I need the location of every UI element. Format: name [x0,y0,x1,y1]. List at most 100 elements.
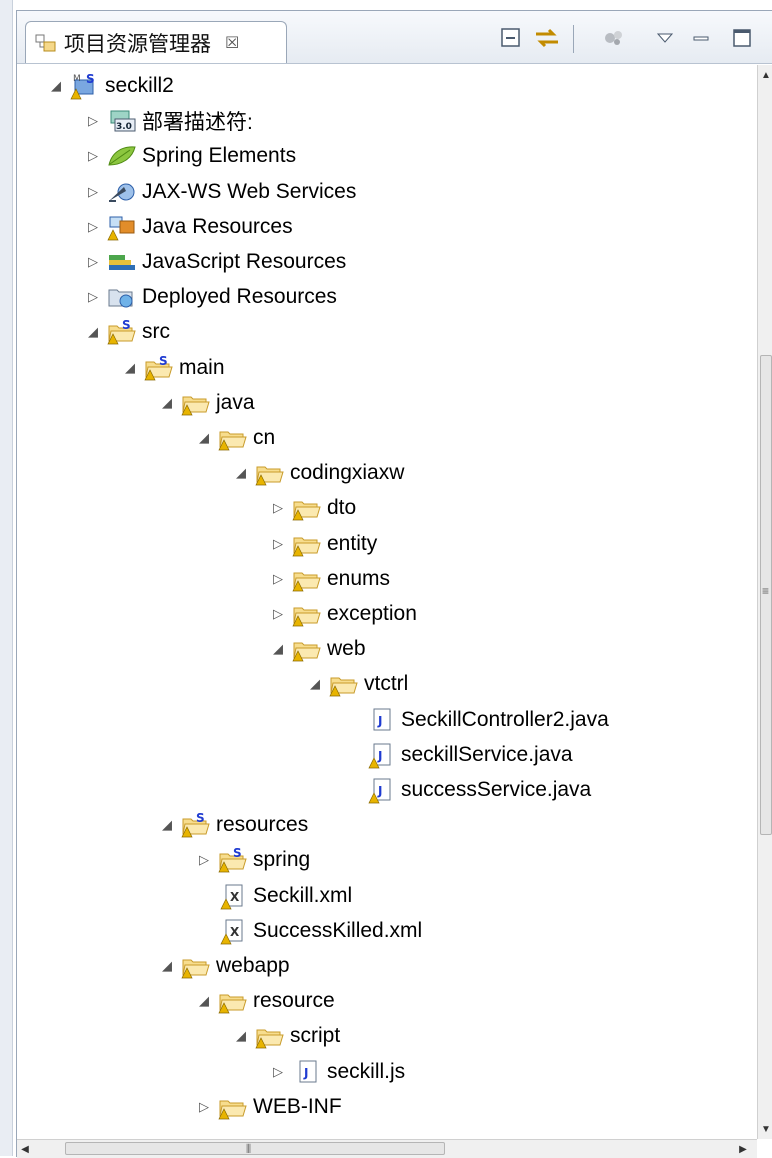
filters-icon[interactable] [599,25,629,51]
collapse-all-icon[interactable] [497,25,525,51]
expanded-arrow-icon[interactable]: ◢ [232,1028,250,1044]
tree-item-label: JAX-WS Web Services [142,179,357,203]
maximize-icon[interactable] [729,25,755,51]
view-menu-icon[interactable] [653,25,677,51]
collapsed-arrow-icon[interactable]: ▷ [84,219,102,235]
tree-item[interactable]: ◢ vtctrl [306,667,408,701]
deployment-descriptor-icon: 3.0 [106,107,138,135]
tree-item[interactable]: ▷ Java Resources [84,210,293,244]
tree-item[interactable]: ◢ web [269,632,366,666]
folder-icon [217,1093,249,1121]
minimize-icon[interactable] [689,25,713,51]
tree-item-label: seckill2 [105,74,174,97]
tree-item-label: WEB-INF [253,1094,342,1118]
tree-item[interactable]: ▷ Deployed Resources [84,280,337,314]
scroll-down-arrow[interactable]: ▼ [758,1119,772,1139]
horizontal-scroll-thumb[interactable]: ⫴ [65,1142,445,1156]
svg-text:J: J [303,1066,308,1080]
tree-item[interactable]: ◢ java [158,386,255,420]
xml-file-icon: X [217,917,249,945]
tree-item[interactable]: ▷ Spring Elements [84,139,296,173]
tree-item-label: resource [253,989,335,1013]
tree-item[interactable]: ▷ Sspring [195,843,310,877]
tree-item[interactable]: ▷ JAX-WS Web Services [84,175,356,209]
collapsed-arrow-icon[interactable]: ▷ [84,289,102,305]
tree-item[interactable]: JseckillService.java [343,738,573,772]
web-project-icon: MS [69,72,101,100]
javascript-resources-icon [106,248,138,276]
horizontal-scrollbar[interactable]: ◀ ⫴ ▶ [17,1139,757,1158]
tree-item-label: Seckill.xml [253,883,353,907]
expanded-arrow-icon[interactable]: ◢ [232,465,250,481]
folder-icon [291,530,323,558]
collapsed-arrow-icon[interactable]: ▷ [84,113,102,129]
svg-text:S: S [122,319,131,332]
tree-item-label: vtctrl [364,672,409,696]
expanded-arrow-icon[interactable]: ◢ [158,395,176,411]
collapsed-arrow-icon[interactable]: ▷ [84,148,102,164]
tree-item[interactable]: JsuccessService.java [343,773,591,807]
svg-text:3.0: 3.0 [116,122,132,132]
collapsed-arrow-icon[interactable]: ▷ [195,852,213,868]
tree-item-label: spring [253,848,311,872]
close-icon[interactable]: ☒ [225,33,239,53]
expanded-arrow-icon[interactable]: ◢ [158,958,176,974]
collapsed-arrow-icon[interactable]: ▷ [269,536,287,552]
tree-item[interactable]: ▷ entity [269,527,377,561]
project-tree: ◢ M Sseckill2 ▷ 3.0 部署描述符: ▷ Spring Elements ▷ JA… [17,65,757,1139]
tree-item[interactable]: ◢ Sresources [158,808,308,842]
deployed-resources-icon [106,283,138,311]
tree-item[interactable]: ◢ webapp [158,949,290,983]
tree-item[interactable]: ◢ codingxiaxw [232,456,404,490]
collapsed-arrow-icon[interactable]: ▷ [269,606,287,622]
expanded-arrow-icon[interactable]: ◢ [158,817,176,833]
scroll-left-arrow[interactable]: ◀ [17,1140,33,1158]
vertical-scrollbar[interactable]: ▲ ≡ ▼ [757,65,772,1139]
collapsed-arrow-icon[interactable]: ▷ [195,1099,213,1115]
tree-item-label: SuccessKilled.xml [253,918,423,942]
view-tabbar: 项目资源管理器 ☒ [17,11,772,64]
tree-item[interactable]: ▷ 3.0 部署描述符: [84,104,253,138]
expanded-arrow-icon[interactable]: ◢ [195,993,213,1009]
tree-item[interactable]: J SeckillController2.java [343,703,609,737]
scroll-right-arrow[interactable]: ▶ [735,1140,751,1158]
tree-item[interactable]: ◢ M Sseckill2 [47,69,174,103]
expanded-arrow-icon[interactable]: ◢ [306,676,324,692]
xml-file-icon: X [217,882,249,910]
expanded-arrow-icon[interactable]: ◢ [84,324,102,340]
tree-item[interactable]: X SuccessKilled.xml [195,914,422,948]
tree-item-label: main [179,355,225,379]
tree-item[interactable]: ▷ WEB-INF [195,1090,342,1124]
link-with-editor-icon[interactable] [531,25,563,51]
vertical-scroll-thumb[interactable]: ≡ [760,355,772,835]
expanded-arrow-icon[interactable]: ◢ [121,360,139,376]
tree-item[interactable]: X Seckill.xml [195,879,352,913]
tab-project-explorer[interactable]: 项目资源管理器 ☒ [25,21,287,63]
expanded-arrow-icon[interactable]: ◢ [269,641,287,657]
collapsed-arrow-icon[interactable]: ▷ [84,184,102,200]
tree-item[interactable]: ◢ resource [195,984,335,1018]
tree-item-label: src [142,320,170,344]
expanded-arrow-icon[interactable]: ◢ [47,78,65,94]
tree-item[interactable]: ◢ script [232,1019,340,1053]
svg-text:X: X [230,890,240,904]
tree-item[interactable]: ◢ Ssrc [84,315,170,349]
java-file-warning-icon: J [365,776,397,804]
tree-item[interactable]: ▷ Jseckill.js [269,1055,405,1089]
tree-item[interactable]: ▷ JavaScript Resources [84,245,346,279]
tree-item-label: web [327,637,366,661]
tree-item[interactable]: ◢ cn [195,421,275,455]
project-explorer-view: 项目资源管理器 ☒ ◢ M Sseckill2 ▷ 3.0 部署描述符: ▷ S… [16,10,772,1158]
tree-item[interactable]: ▷ dto [269,491,356,525]
tree-item[interactable]: ◢ Smain [121,351,225,385]
expanded-arrow-icon[interactable]: ◢ [195,430,213,446]
collapsed-arrow-icon[interactable]: ▷ [269,571,287,587]
collapsed-arrow-icon[interactable]: ▷ [269,1064,287,1080]
collapsed-arrow-icon[interactable]: ▷ [84,254,102,270]
scroll-up-arrow[interactable]: ▲ [758,65,772,85]
tree-item[interactable]: ▷ enums [269,562,390,596]
tree-item[interactable]: ▷ exception [269,597,417,631]
folder-icon [291,600,323,628]
collapsed-arrow-icon[interactable]: ▷ [269,500,287,516]
spring-folder-icon: S [106,318,138,346]
